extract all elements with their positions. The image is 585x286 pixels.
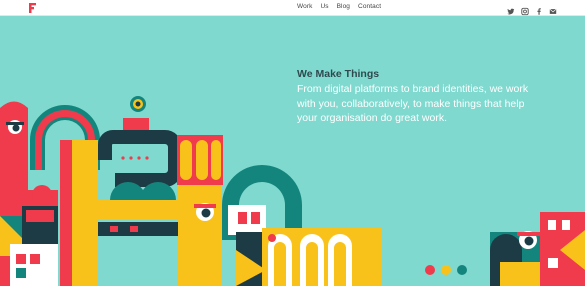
hero-description: From digital platforms to brand identiti… (297, 83, 529, 124)
main-nav: Work Us Blog Contact (297, 3, 381, 10)
instagram-icon[interactable] (521, 3, 529, 16)
mail-icon[interactable] (549, 3, 557, 14)
nav-contact-link[interactable]: Contact (358, 3, 381, 10)
facebook-icon[interactable] (535, 3, 543, 15)
social-links (507, 3, 557, 16)
nav-blog-link[interactable]: Blog (337, 3, 350, 10)
hero-text: We Make Things From digital platforms to… (297, 67, 547, 126)
nav-work-link[interactable]: Work (297, 3, 312, 10)
f-logo-icon[interactable] (28, 2, 38, 14)
twitter-icon[interactable] (507, 3, 515, 15)
hero-title: We Make Things (297, 68, 380, 80)
top-navigation-bar: Work Us Blog Contact (0, 0, 585, 16)
nav-us-link[interactable]: Us (320, 3, 328, 10)
hero-illustration (0, 96, 585, 286)
